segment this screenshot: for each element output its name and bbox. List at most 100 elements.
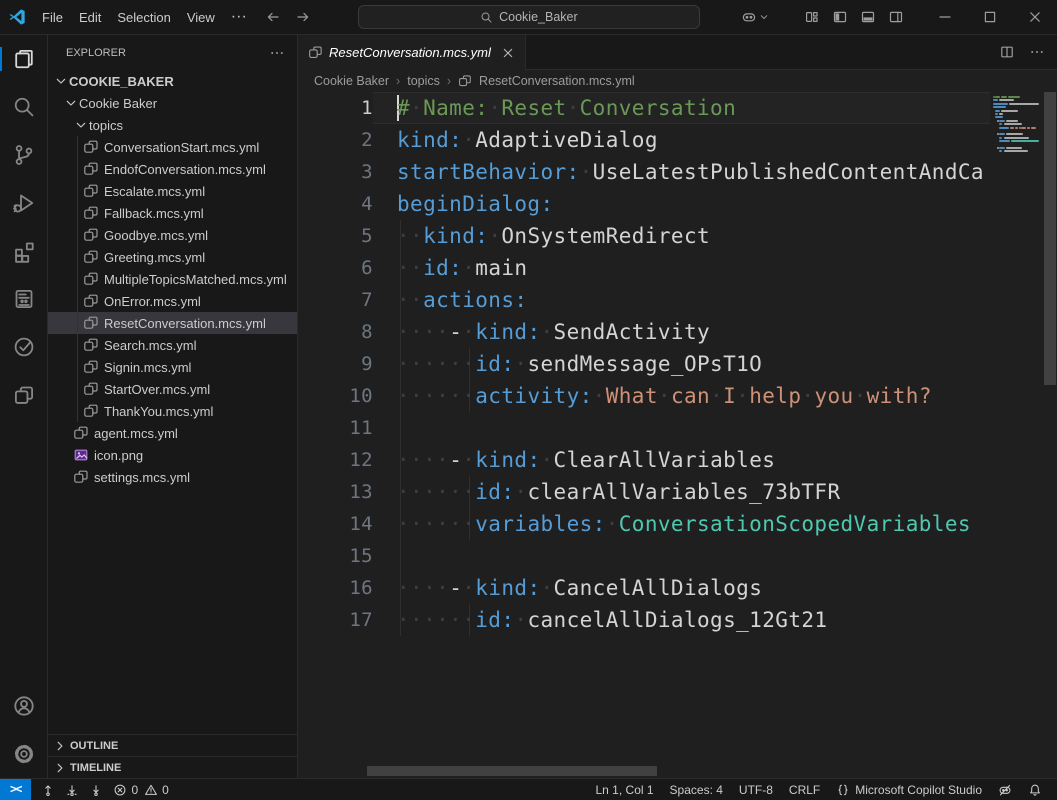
toggle-secondary-sidebar-icon[interactable]: [888, 9, 904, 25]
editor-more-actions-icon[interactable]: [1029, 44, 1045, 60]
minimap[interactable]: [990, 92, 1043, 778]
line-number[interactable]: 9: [298, 353, 373, 375]
activity-checklist-button[interactable]: [0, 323, 47, 371]
line-number[interactable]: 14: [298, 513, 373, 535]
code-line[interactable]: 9······id:·sendMessage_OPsT1O: [298, 348, 990, 380]
code-line[interactable]: 7··actions:: [298, 284, 990, 316]
breadcrumb-file[interactable]: ResetConversation.mcs.yml: [479, 74, 635, 88]
tree-item[interactable]: COOKIE_BAKER: [48, 70, 297, 92]
menu-file[interactable]: File: [34, 6, 71, 29]
line-number[interactable]: 3: [298, 161, 373, 183]
toggle-panel-icon[interactable]: [860, 9, 876, 25]
tree-item[interactable]: ThankYou.mcs.yml: [48, 400, 297, 422]
code-line[interactable]: 10······activity:·What·can·I·help·you·wi…: [298, 380, 990, 412]
encoding[interactable]: UTF-8: [732, 783, 780, 797]
minimize-button[interactable]: [922, 0, 967, 35]
timeline-section[interactable]: TIMELINE: [48, 756, 297, 778]
line-number[interactable]: 11: [298, 417, 373, 439]
tree-item[interactable]: topics: [48, 114, 297, 136]
toggle-sidebar-icon[interactable]: [832, 9, 848, 25]
line-number[interactable]: 12: [298, 449, 373, 471]
tree-item[interactable]: settings.mcs.yml: [48, 466, 297, 488]
code-line[interactable]: 2kind:·AdaptiveDialog: [298, 124, 990, 156]
line-number[interactable]: 17: [298, 609, 373, 631]
forward-arrow-icon[interactable]: [295, 9, 311, 25]
tab-close-icon[interactable]: [501, 46, 515, 60]
vertical-scrollbar-thumb[interactable]: [1044, 92, 1056, 385]
command-center-search[interactable]: Cookie_Baker: [358, 5, 700, 29]
code-editor[interactable]: 1#·Name:·Reset·Conversation2kind:·Adapti…: [298, 92, 1057, 778]
tree-item[interactable]: agent.mcs.yml: [48, 422, 297, 444]
line-number[interactable]: 2: [298, 129, 373, 151]
tree-item[interactable]: Fallback.mcs.yml: [48, 202, 297, 224]
maximize-button[interactable]: [967, 0, 1012, 35]
copilot-menu-button[interactable]: [733, 9, 778, 25]
split-editor-icon[interactable]: [999, 44, 1015, 60]
activity-account-button[interactable]: [0, 682, 47, 730]
tab-resetconversation[interactable]: ResetConversation.mcs.yml: [298, 35, 526, 70]
code-line[interactable]: 6··id:·main: [298, 252, 990, 284]
copilot-status-button[interactable]: [991, 783, 1019, 797]
outline-section[interactable]: OUTLINE: [48, 734, 297, 756]
tree-item[interactable]: Goodbye.mcs.yml: [48, 224, 297, 246]
activity-settings-button[interactable]: [0, 730, 47, 778]
code-line[interactable]: 14······variables:·ConversationScopedVar…: [298, 508, 990, 540]
breadcrumb-folder[interactable]: Cookie Baker: [314, 74, 389, 88]
activity-run-debug-button[interactable]: [0, 179, 47, 227]
code-line[interactable]: 16····-·kind:·CancelAllDialogs: [298, 572, 990, 604]
activity-layers-button[interactable]: [0, 371, 47, 419]
indentation[interactable]: Spaces: 4: [663, 783, 730, 797]
menu-edit[interactable]: Edit: [71, 6, 109, 29]
cursor-position[interactable]: Ln 1, Col 1: [589, 783, 661, 797]
tree-item[interactable]: MultipleTopicsMatched.mcs.yml: [48, 268, 297, 290]
line-number[interactable]: 1: [298, 97, 373, 119]
back-arrow-icon[interactable]: [265, 9, 281, 25]
activity-copilot-studio-button[interactable]: [0, 275, 47, 323]
activity-source-control-button[interactable]: [0, 131, 47, 179]
code-line[interactable]: 5··kind:·OnSystemRedirect: [298, 220, 990, 252]
close-button[interactable]: [1012, 0, 1057, 35]
menu-more-button[interactable]: ···: [223, 4, 255, 30]
tree-item[interactable]: Greeting.mcs.yml: [48, 246, 297, 268]
tree-item[interactable]: Escalate.mcs.yml: [48, 180, 297, 202]
tree-item[interactable]: StartOver.mcs.yml: [48, 378, 297, 400]
tree-item[interactable]: icon.png: [48, 444, 297, 466]
tree-item[interactable]: EndofConversation.mcs.yml: [48, 158, 297, 180]
code-line[interactable]: 4beginDialog:: [298, 188, 990, 220]
problems-errors[interactable]: 0: [113, 783, 138, 797]
activity-extensions-button[interactable]: [0, 227, 47, 275]
problems-warnings[interactable]: 0: [144, 783, 169, 797]
code-line[interactable]: 3startBehavior:·UseLatestPublishedConten…: [298, 156, 990, 188]
line-number[interactable]: 4: [298, 193, 373, 215]
activity-search-button[interactable]: [0, 83, 47, 131]
publish-up-icon[interactable]: [41, 783, 55, 797]
remote-indicator[interactable]: ><: [0, 779, 31, 800]
tree-item[interactable]: Search.mcs.yml: [48, 334, 297, 356]
code-line[interactable]: 17······id:·cancelAllDialogs_12Gt21: [298, 604, 990, 636]
language-mode[interactable]: Microsoft Copilot Studio: [829, 783, 989, 797]
vertical-scrollbar[interactable]: [1043, 92, 1057, 778]
activity-explorer-button[interactable]: [0, 35, 47, 83]
code-line[interactable]: 8····-·kind:·SendActivity: [298, 316, 990, 348]
menu-view[interactable]: View: [179, 6, 223, 29]
line-number[interactable]: 6: [298, 257, 373, 279]
code-line[interactable]: 13······id:·clearAllVariables_73bTFR: [298, 476, 990, 508]
tree-item[interactable]: Signin.mcs.yml: [48, 356, 297, 378]
tree-item[interactable]: ConversationStart.mcs.yml: [48, 136, 297, 158]
horizontal-scrollbar-thumb[interactable]: [367, 766, 657, 776]
pull-down-icon[interactable]: [65, 783, 79, 797]
code-line[interactable]: 15: [298, 540, 990, 572]
line-number[interactable]: 7: [298, 289, 373, 311]
breadcrumb-folder[interactable]: topics: [407, 74, 440, 88]
line-number[interactable]: 5: [298, 225, 373, 247]
line-number[interactable]: 13: [298, 481, 373, 503]
eol-sequence[interactable]: CRLF: [782, 783, 827, 797]
code-line[interactable]: 11: [298, 412, 990, 444]
line-number[interactable]: 10: [298, 385, 373, 407]
tree-item[interactable]: Cookie Baker: [48, 92, 297, 114]
tree-item[interactable]: OnError.mcs.yml: [48, 290, 297, 312]
line-number[interactable]: 16: [298, 577, 373, 599]
line-number[interactable]: 8: [298, 321, 373, 343]
explorer-more-actions-icon[interactable]: [269, 45, 285, 61]
code-line[interactable]: 12····-·kind:·ClearAllVariables: [298, 444, 990, 476]
